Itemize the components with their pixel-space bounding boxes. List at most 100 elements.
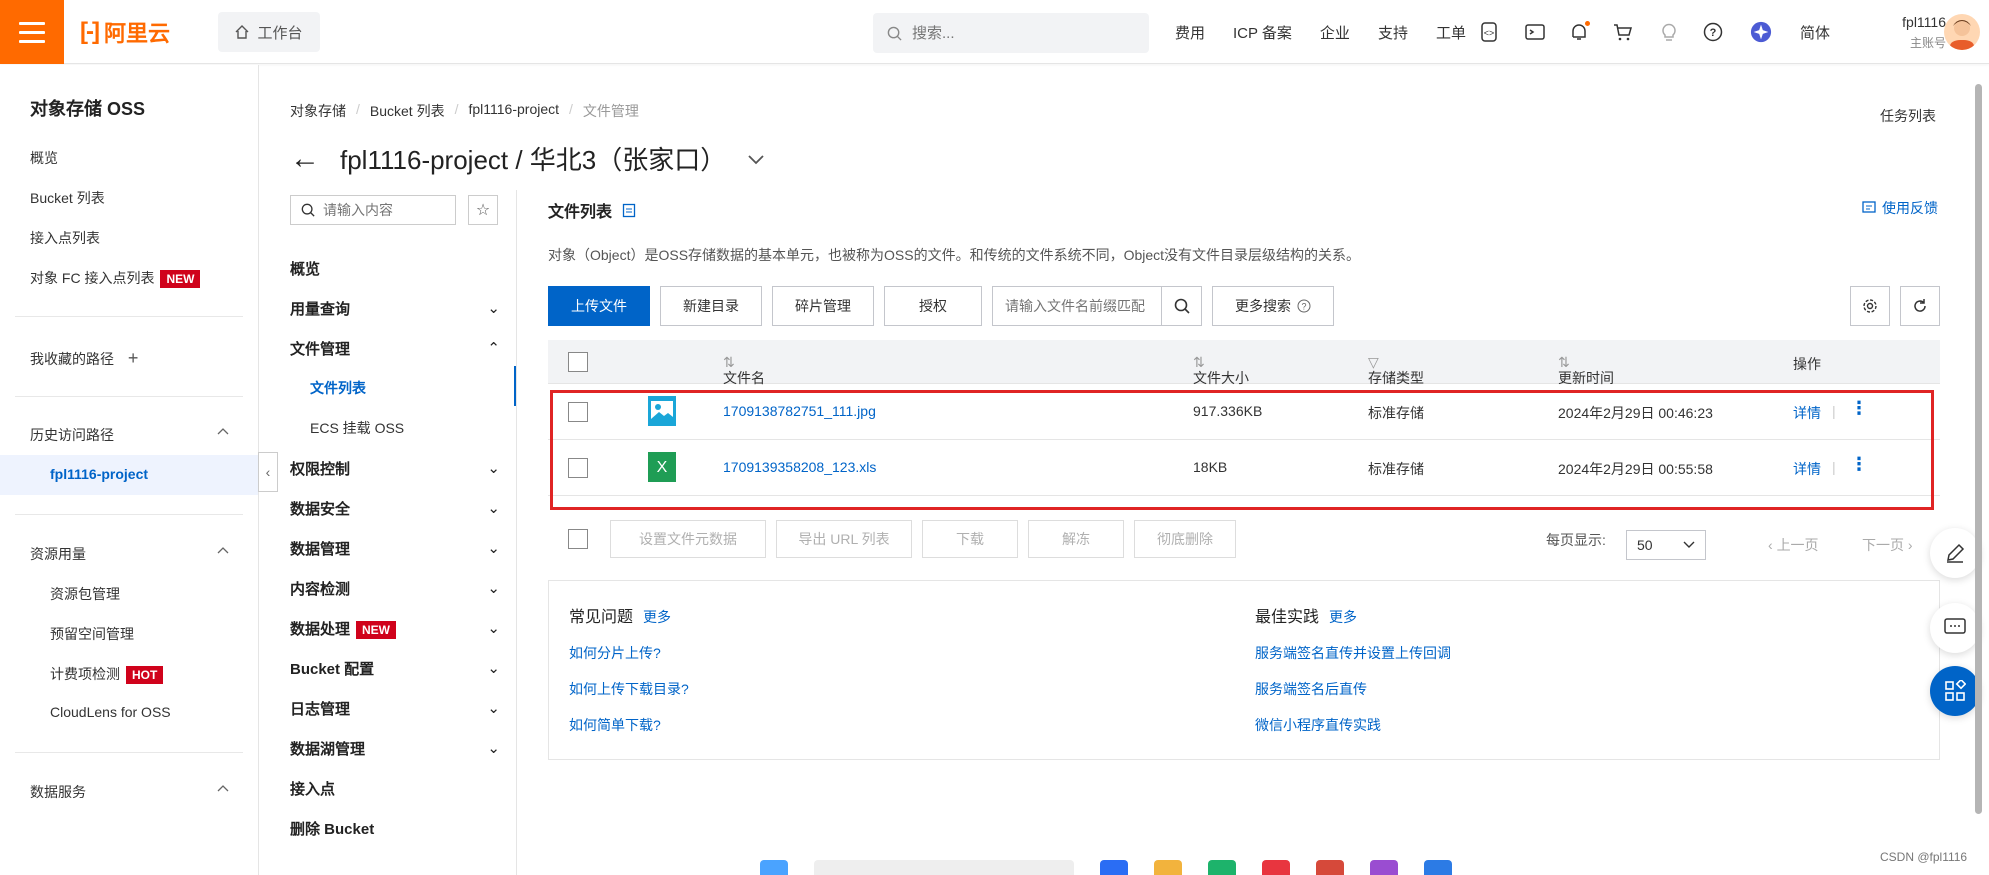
app-icon[interactable] — [1262, 860, 1290, 875]
brand-logo[interactable]: [-] 阿里云 — [80, 18, 170, 46]
faq-link[interactable]: 如何简单下载? — [569, 715, 689, 735]
row-checkbox[interactable] — [568, 458, 588, 478]
export-url-button[interactable]: 导出 URL 列表 — [776, 520, 912, 558]
nav-item-content-check[interactable]: 内容检测 ⌄ — [290, 578, 500, 599]
lightbulb-icon[interactable] — [1658, 21, 1680, 43]
nav-item-file-list[interactable]: 文件列表 — [310, 378, 366, 398]
breadcrumb-bucket-list[interactable]: Bucket 列表 — [370, 101, 445, 121]
nav-billing[interactable]: 费用 — [1175, 22, 1205, 43]
more-vertical-icon[interactable]: ⋮ — [1850, 454, 1868, 475]
code-icon[interactable]: <> — [1478, 21, 1500, 43]
nav-item-log-management[interactable]: 日志管理 ⌄ — [290, 698, 500, 719]
assistant-icon[interactable] — [1750, 21, 1772, 43]
app-icon[interactable] — [1370, 860, 1398, 875]
nav-item-overview[interactable]: 概览 — [290, 258, 500, 279]
nav-item-data-management[interactable]: 数据管理 ⌄ — [290, 538, 500, 559]
nav-item-data-processing[interactable]: 数据处理 NEW ⌄ — [290, 618, 500, 640]
cart-icon[interactable] — [1612, 21, 1634, 43]
authorize-button[interactable]: 授权 — [884, 286, 982, 326]
help-icon[interactable]: ? — [1702, 21, 1724, 43]
faq-more-link[interactable]: 更多 — [643, 607, 671, 627]
browser-icon[interactable] — [1208, 860, 1236, 875]
nav-item-data-security[interactable]: 数据安全 ⌄ — [290, 498, 500, 519]
refresh-button[interactable] — [1900, 286, 1940, 326]
user-info[interactable]: fpl1116 主账号 — [1880, 14, 1946, 51]
sidebar-item-history-project[interactable]: fpl1116-project — [50, 466, 148, 482]
new-directory-button[interactable]: 新建目录 — [660, 286, 762, 326]
column-filename[interactable]: 文件名 ⇅ — [723, 354, 765, 386]
search-icon[interactable] — [1161, 287, 1201, 325]
language-switch[interactable]: 简体 — [1800, 22, 1830, 43]
star-icon[interactable]: ☆ — [468, 195, 498, 225]
next-page-button[interactable]: 下一页 › — [1862, 535, 1913, 555]
avatar[interactable] — [1944, 14, 1980, 50]
best-practice-link[interactable]: 服务端签名后直传 — [1255, 679, 1451, 699]
folder-icon[interactable] — [1154, 860, 1182, 875]
faq-link[interactable]: 如何分片上传? — [569, 643, 689, 663]
collapse-sidebar-button[interactable]: ‹ — [258, 452, 278, 492]
sidebar-item-reserved-space[interactable]: 预留空间管理 — [50, 624, 134, 644]
select-all-checkbox[interactable] — [568, 352, 588, 372]
file-name-link[interactable]: 1709139358208_123.xls — [723, 459, 876, 475]
nav-item-bucket-config[interactable]: Bucket 配置 ⌄ — [290, 658, 500, 679]
row-checkbox[interactable] — [568, 402, 588, 422]
sidebar-item-billing-check[interactable]: 计费项检测 HOT — [50, 664, 164, 685]
sidebar-item-access-points[interactable]: 接入点列表 — [30, 228, 100, 248]
nav-enterprise[interactable]: 企业 — [1320, 22, 1350, 43]
nav-search[interactable] — [290, 195, 456, 225]
sidebar-favorites[interactable]: 我收藏的路径 + — [30, 348, 138, 369]
nav-item-datalake[interactable]: 数据湖管理 ⌄ — [290, 738, 500, 759]
column-filesize[interactable]: 文件大小 ⇅ — [1193, 354, 1249, 386]
nav-item-delete-bucket[interactable]: 删除 Bucket — [290, 818, 500, 839]
back-arrow-icon[interactable]: ← — [290, 142, 320, 176]
page-size-select[interactable]: 50 — [1626, 530, 1706, 560]
best-practice-more-link[interactable]: 更多 — [1329, 607, 1357, 627]
column-storage-type[interactable]: 存储类型 ▽ — [1368, 354, 1424, 386]
details-link[interactable]: 详情 — [1793, 403, 1821, 423]
feedback-link[interactable]: 使用反馈 — [1862, 198, 1938, 218]
app-icon[interactable] — [1316, 860, 1344, 875]
more-search-button[interactable]: 更多搜索 ? — [1212, 286, 1334, 326]
sidebar-item-fc-access-points[interactable]: 对象 FC 接入点列表 NEW — [30, 268, 201, 289]
settings-button[interactable] — [1850, 286, 1890, 326]
details-link[interactable]: 详情 — [1793, 459, 1821, 479]
best-practice-link[interactable]: 服务端签名直传并设置上传回调 — [1255, 643, 1451, 663]
breadcrumb-bucket[interactable]: fpl1116-project — [468, 101, 559, 121]
upload-file-button[interactable]: 上传文件 — [548, 286, 650, 326]
more-vertical-icon[interactable]: ⋮ — [1850, 398, 1868, 419]
scrollbar-thumb[interactable] — [1975, 84, 1982, 814]
column-updated[interactable]: 更新时间 ⇅ — [1558, 354, 1614, 386]
nav-ticket[interactable]: 工单 — [1436, 22, 1466, 43]
sidebar-section-resource-usage[interactable]: 资源用量 — [30, 544, 230, 564]
breadcrumb-oss[interactable]: 对象存储 — [290, 101, 346, 121]
fragment-management-button[interactable]: 碎片管理 — [772, 286, 874, 326]
task-list-link[interactable]: 任务列表 — [1880, 106, 1936, 126]
terminal-icon[interactable] — [1524, 21, 1546, 43]
sidebar-item-resource-packages[interactable]: 资源包管理 — [50, 584, 120, 604]
sidebar-item-bucket-list[interactable]: Bucket 列表 — [30, 188, 105, 208]
sidebar-section-history[interactable]: 历史访问路径 — [30, 425, 230, 445]
app-icon[interactable] — [1100, 860, 1128, 875]
workbench-button[interactable]: 工作台 — [218, 12, 320, 52]
file-name-link[interactable]: 1709138782751_111.jpg — [723, 403, 876, 419]
global-search[interactable] — [873, 13, 1149, 53]
nav-item-permission[interactable]: 权限控制 ⌄ — [290, 458, 500, 479]
nav-support[interactable]: 支持 — [1378, 22, 1408, 43]
nav-item-access-point[interactable]: 接入点 — [290, 778, 500, 799]
prev-page-button[interactable]: ‹ 上一页 — [1768, 535, 1819, 555]
page-scrollbar[interactable] — [1972, 70, 1984, 830]
delete-permanently-button[interactable]: 彻底删除 — [1134, 520, 1236, 558]
bell-icon[interactable] — [1568, 21, 1590, 43]
sidebar-item-overview[interactable]: 概览 — [30, 148, 58, 168]
nav-item-file-management[interactable]: 文件管理 ⌃ — [290, 338, 500, 359]
faq-link[interactable]: 如何上传下载目录? — [569, 679, 689, 699]
clipboard-icon[interactable] — [622, 202, 636, 218]
sidebar-section-data-service[interactable]: 数据服务 — [30, 782, 230, 802]
global-search-input[interactable] — [912, 24, 1132, 42]
nav-item-usage[interactable]: 用量查询 ⌄ — [290, 298, 500, 319]
nav-icp[interactable]: ICP 备案 — [1233, 22, 1292, 43]
best-practice-link[interactable]: 微信小程序直传实践 — [1255, 715, 1451, 735]
sidebar-item-cloudlens[interactable]: CloudLens for OSS — [50, 704, 171, 720]
windows-start-icon[interactable] — [760, 860, 788, 875]
nav-item-ecs-mount[interactable]: ECS 挂载 OSS — [310, 418, 404, 438]
